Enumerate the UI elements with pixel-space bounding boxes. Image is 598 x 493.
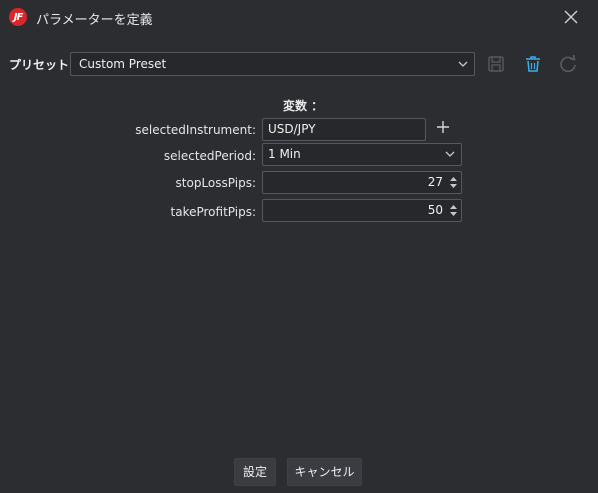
instrument-value: USD/JPY [268,122,316,136]
chevron-down-icon [445,151,455,157]
title-bar: JF パラメーターを定義 [0,0,598,34]
param-label-take-profit: takeProfitPips: [170,205,256,219]
take-profit-spinner[interactable]: 50 [262,199,462,222]
plus-icon[interactable] [435,119,451,135]
period-select[interactable]: 1 Min [262,143,462,166]
instrument-input[interactable]: USD/JPY [262,118,426,141]
preset-selected-value: Custom Preset [79,57,167,71]
spinner-arrows-icon[interactable] [449,175,458,190]
close-icon[interactable] [562,8,580,26]
refresh-icon[interactable] [558,54,578,74]
set-button[interactable]: 設定 [234,458,276,486]
preset-label: プリセット [9,58,70,72]
spinner-arrows-icon[interactable] [449,203,458,218]
stop-loss-spinner[interactable]: 27 [262,171,462,194]
param-label-instrument: selectedInstrument: [135,123,256,137]
preset-select[interactable]: Custom Preset [70,52,475,76]
save-icon[interactable] [486,54,506,74]
param-label-period: selectedPeriod: [163,149,256,163]
stop-loss-value: 27 [427,175,443,189]
trash-icon[interactable] [523,54,543,74]
take-profit-value: 50 [427,203,443,217]
param-label-stop-loss: stopLossPips: [175,176,256,190]
chevron-down-icon [458,61,468,67]
period-value: 1 Min [268,147,301,161]
app-logo-icon: JF [9,8,27,26]
app-logo-text: JF [13,11,24,23]
variables-heading: 変数 ： [283,99,324,113]
cancel-button[interactable]: キャンセル [287,458,362,486]
window-title: パラメーターを定義 [36,13,153,28]
